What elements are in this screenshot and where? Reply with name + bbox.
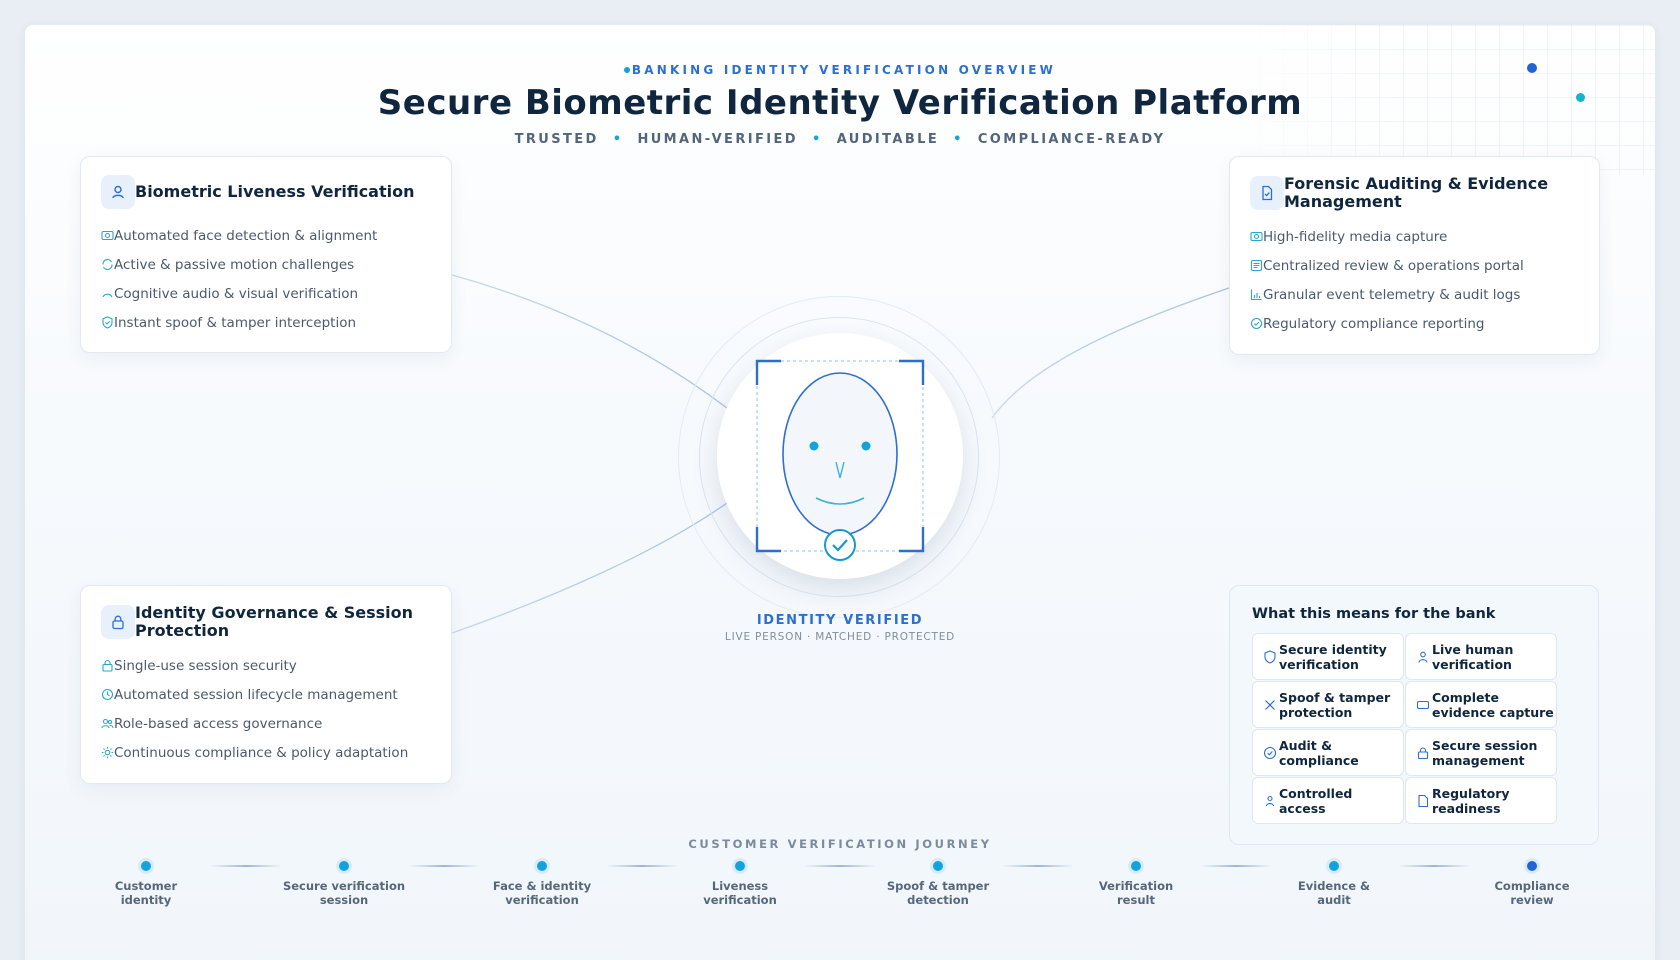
- journey-step: Evidence & audit: [1254, 858, 1414, 907]
- bank-title: What this means for the bank: [1252, 606, 1496, 622]
- card-forensic: Forensic Auditing & Evidence Management …: [1229, 156, 1600, 355]
- verified-check-icon: [824, 529, 856, 561]
- person-icon: [1263, 794, 1277, 808]
- journey-step: Compliance review: [1452, 858, 1612, 907]
- lock-icon: [1416, 746, 1430, 760]
- journey-step: Verification result: [1056, 858, 1216, 907]
- journey-title: CUSTOMER VERIFICATION JOURNEY: [688, 837, 992, 851]
- card-title: Forensic Auditing & Evidence Management: [1284, 174, 1549, 211]
- list-item: Automated face detection & alignment: [101, 221, 377, 250]
- journey-step: Spoof & tamper detection: [858, 858, 1018, 907]
- check-circle-icon: [1250, 317, 1263, 330]
- list-item: Centralized review & operations portal: [1250, 251, 1524, 280]
- list-item: Continuous compliance & policy adaptatio…: [101, 738, 408, 767]
- list-item: Regulatory compliance reporting: [1250, 309, 1524, 338]
- bar-chart-icon: [1250, 288, 1263, 301]
- person-icon: [1416, 650, 1430, 664]
- journey-steps: Customer identity Secure verification se…: [0, 858, 1680, 918]
- scan-corner: [899, 527, 925, 553]
- lock-icon: [101, 659, 114, 672]
- face-scan-graphic: [755, 359, 925, 561]
- eye-right: [861, 441, 871, 451]
- card-title: Biometric Liveness Verification: [135, 182, 415, 201]
- connector-top-left: [451, 274, 728, 409]
- bank-benefits-panel: What this means for the bank Secure iden…: [1229, 585, 1599, 845]
- benefit-item: Controlled access: [1252, 777, 1404, 824]
- camera-icon: [101, 229, 114, 242]
- refresh-icon: [101, 258, 114, 271]
- shield-icon: [1263, 649, 1277, 664]
- sun-icon: [101, 746, 114, 759]
- list-item: Cognitive audio & visual verification: [101, 279, 377, 308]
- rectangle-icon: [1416, 698, 1430, 712]
- document-icon: [1416, 794, 1430, 808]
- journey-step: Secure verification session: [264, 858, 424, 907]
- scan-corner: [755, 359, 781, 385]
- benefit-item: Audit & compliance: [1252, 729, 1404, 776]
- journey-step: Liveness verification: [660, 858, 820, 907]
- list-icon: [1250, 259, 1263, 272]
- list-item: High-fidelity media capture: [1250, 222, 1524, 251]
- user-icon: [101, 175, 135, 209]
- benefit-item: Secure identity verification: [1252, 633, 1404, 680]
- list-item: Automated session lifecycle management: [101, 680, 408, 709]
- list-item: Role-based access governance: [101, 709, 408, 738]
- list-item: Single-use session security: [101, 651, 408, 680]
- shield-check-icon: [101, 316, 114, 329]
- x-icon: [1263, 698, 1277, 712]
- benefit-item: Complete evidence capture: [1405, 681, 1557, 728]
- journey-step: Face & identity verification: [462, 858, 622, 907]
- journey-step: Customer identity: [66, 858, 226, 907]
- benefit-item: Spoof & tamper protection: [1252, 681, 1404, 728]
- benefit-item: Secure session management: [1405, 729, 1557, 776]
- camera-icon: [1250, 230, 1263, 243]
- card-liveness: Biometric Liveness Verification Automate…: [80, 156, 452, 353]
- document-check-icon: [1250, 176, 1284, 210]
- clock-icon: [101, 688, 114, 701]
- scan-corner: [899, 359, 925, 385]
- face-outline: [782, 372, 898, 536]
- users-icon: [101, 717, 114, 730]
- eye-left: [809, 441, 819, 451]
- list-item: Instant spoof & tamper interception: [101, 308, 377, 337]
- check-circle-icon: [1263, 746, 1277, 760]
- arc-icon: [101, 287, 114, 300]
- connector-top-right: [991, 287, 1230, 419]
- benefit-item: Live human verification: [1405, 633, 1557, 680]
- scan-corner: [755, 527, 781, 553]
- list-item: Active & passive motion challenges: [101, 250, 377, 279]
- list-item: Granular event telemetry & audit logs: [1250, 280, 1524, 309]
- benefit-item: Regulatory readiness: [1405, 777, 1557, 824]
